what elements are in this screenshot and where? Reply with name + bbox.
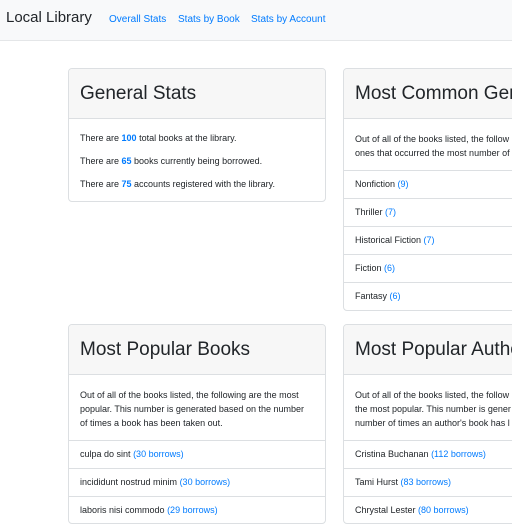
list-item: Cristina Buchanan (112 borrows) bbox=[344, 440, 512, 468]
stat-total-books: There are 100 total books at the library… bbox=[80, 133, 236, 143]
popular-books-card: Most Popular Books Out of all of the boo… bbox=[68, 324, 326, 524]
genre-count: (6) bbox=[384, 263, 396, 273]
book-list: culpa do sint (30 borrows) incididunt no… bbox=[69, 440, 325, 523]
stat-value: 65 bbox=[121, 156, 132, 166]
card-title: Most Common Gen bbox=[355, 83, 512, 104]
book-title: laboris nisi commodo bbox=[80, 505, 165, 515]
navbar: Local Library Overall Stats Stats by Boo… bbox=[0, 0, 512, 41]
description-line: the most popular. This number is gener bbox=[355, 404, 511, 414]
list-item: Chrystal Lester (80 borrows) bbox=[344, 496, 512, 523]
popular-authors-card: Most Popular Autho Out of all of the boo… bbox=[343, 324, 512, 524]
stat-text: There are bbox=[80, 156, 122, 166]
nav-stats-by-book[interactable]: Stats by Book bbox=[178, 14, 240, 25]
list-item: laboris nisi commodo (29 borrows) bbox=[69, 496, 325, 523]
description-line: of times a book has been taken out. bbox=[80, 418, 223, 428]
genre-name: Historical Fiction bbox=[355, 235, 422, 245]
book-title: incididunt nostrud minim bbox=[80, 477, 178, 487]
card-title: General Stats bbox=[80, 83, 197, 104]
list-item: Historical Fiction (7) bbox=[344, 226, 512, 254]
genre-name: Fiction bbox=[355, 263, 382, 273]
genre-count: (7) bbox=[385, 207, 397, 217]
author-name: Cristina Buchanan bbox=[355, 449, 429, 459]
card-title: Most Popular Books bbox=[80, 339, 251, 360]
stat-value: 75 bbox=[121, 179, 132, 189]
description-line: number of times an author's book has l bbox=[355, 418, 510, 428]
description-line: popular. This number is generated based … bbox=[80, 404, 304, 414]
card-description: Out of all of the books listed, the foll… bbox=[80, 388, 304, 430]
stat-accounts: There are 75 accounts registered with th… bbox=[80, 179, 275, 189]
card-header: General Stats bbox=[69, 69, 325, 119]
stat-text: total books at the library. bbox=[136, 133, 237, 143]
stat-text: There are bbox=[80, 133, 122, 143]
borrow-count: (80 borrows) bbox=[418, 505, 469, 515]
list-item: Tami Hurst (83 borrows) bbox=[344, 468, 512, 496]
borrow-count: (29 borrows) bbox=[167, 505, 218, 515]
stat-text: There are bbox=[80, 179, 122, 189]
nav-stats-by-account[interactable]: Stats by Account bbox=[251, 14, 326, 25]
borrow-count: (112 borrows) bbox=[431, 449, 486, 459]
list-item: Nonfiction (9) bbox=[344, 170, 512, 198]
genre-list: Nonfiction (9) Thriller (7) Historical F… bbox=[344, 170, 512, 310]
genre-name: Thriller bbox=[355, 207, 383, 217]
book-title: culpa do sint bbox=[80, 449, 131, 459]
description-line: Out of all of the books listed, the foll… bbox=[355, 134, 510, 144]
author-name: Chrystal Lester bbox=[355, 505, 416, 515]
card-description: Out of all of the books listed, the foll… bbox=[355, 388, 511, 430]
list-item: Thriller (7) bbox=[344, 198, 512, 226]
stat-text: books currently being borrowed. bbox=[131, 156, 263, 166]
description-line: Out of all of the books listed, the foll… bbox=[80, 390, 299, 400]
card-title: Most Popular Autho bbox=[355, 339, 512, 360]
stat-text: accounts registered with the library. bbox=[131, 179, 275, 189]
card-header: Most Popular Autho bbox=[344, 325, 512, 375]
borrow-count: (83 borrows) bbox=[400, 477, 452, 487]
author-name: Tami Hurst bbox=[355, 477, 399, 487]
borrow-count: (30 borrows) bbox=[179, 477, 231, 487]
description-line: Out of all of the books listed, the foll… bbox=[355, 390, 510, 400]
list-item: incididunt nostrud minim (30 borrows) bbox=[69, 468, 325, 496]
genre-count: (6) bbox=[389, 291, 401, 301]
stat-value: 100 bbox=[121, 133, 137, 143]
description-line: ones that occurred the most number of bbox=[355, 148, 510, 158]
genre-count: (9) bbox=[397, 179, 409, 189]
card-header: Most Popular Books bbox=[69, 325, 325, 375]
card-header: Most Common Gen bbox=[344, 69, 512, 119]
borrow-count: (30 borrows) bbox=[133, 449, 184, 459]
general-stats-card: General Stats There are 100 total books … bbox=[68, 68, 326, 202]
card-description: Out of all of the books listed, the foll… bbox=[355, 132, 510, 160]
brand-link[interactable]: Local Library bbox=[6, 9, 92, 26]
stat-borrowed-books: There are 65 books currently being borro… bbox=[80, 156, 262, 166]
common-genres-card: Most Common Gen Out of all of the books … bbox=[343, 68, 512, 311]
genre-count: (7) bbox=[423, 235, 435, 245]
author-list: Cristina Buchanan (112 borrows) Tami Hur… bbox=[344, 440, 512, 523]
list-item: Fiction (6) bbox=[344, 254, 512, 282]
list-item: culpa do sint (30 borrows) bbox=[69, 440, 325, 468]
genre-name: Fantasy bbox=[355, 291, 388, 301]
genre-name: Nonfiction bbox=[355, 179, 396, 189]
list-item: Fantasy (6) bbox=[344, 282, 512, 310]
nav-overall-stats[interactable]: Overall Stats bbox=[109, 14, 166, 25]
